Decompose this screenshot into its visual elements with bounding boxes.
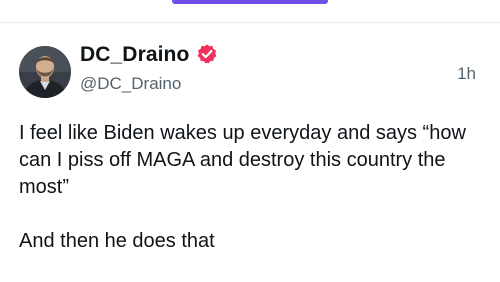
top-tab-bar [0,0,500,23]
author-avatar[interactable] [19,46,71,98]
post-card[interactable]: DC_Draino @DC_Draino 1h I feel like Bide… [0,23,500,282]
active-tab-indicator [172,0,328,4]
post-timestamp[interactable]: 1h [457,63,476,85]
post-text: I feel like Biden wakes up everyday and … [19,122,466,252]
avatar-photo [19,46,71,98]
author-handle[interactable]: @DC_Draino [80,73,181,95]
author-display-name[interactable]: DC_Draino [80,43,189,67]
verified-badge-icon [197,44,217,64]
